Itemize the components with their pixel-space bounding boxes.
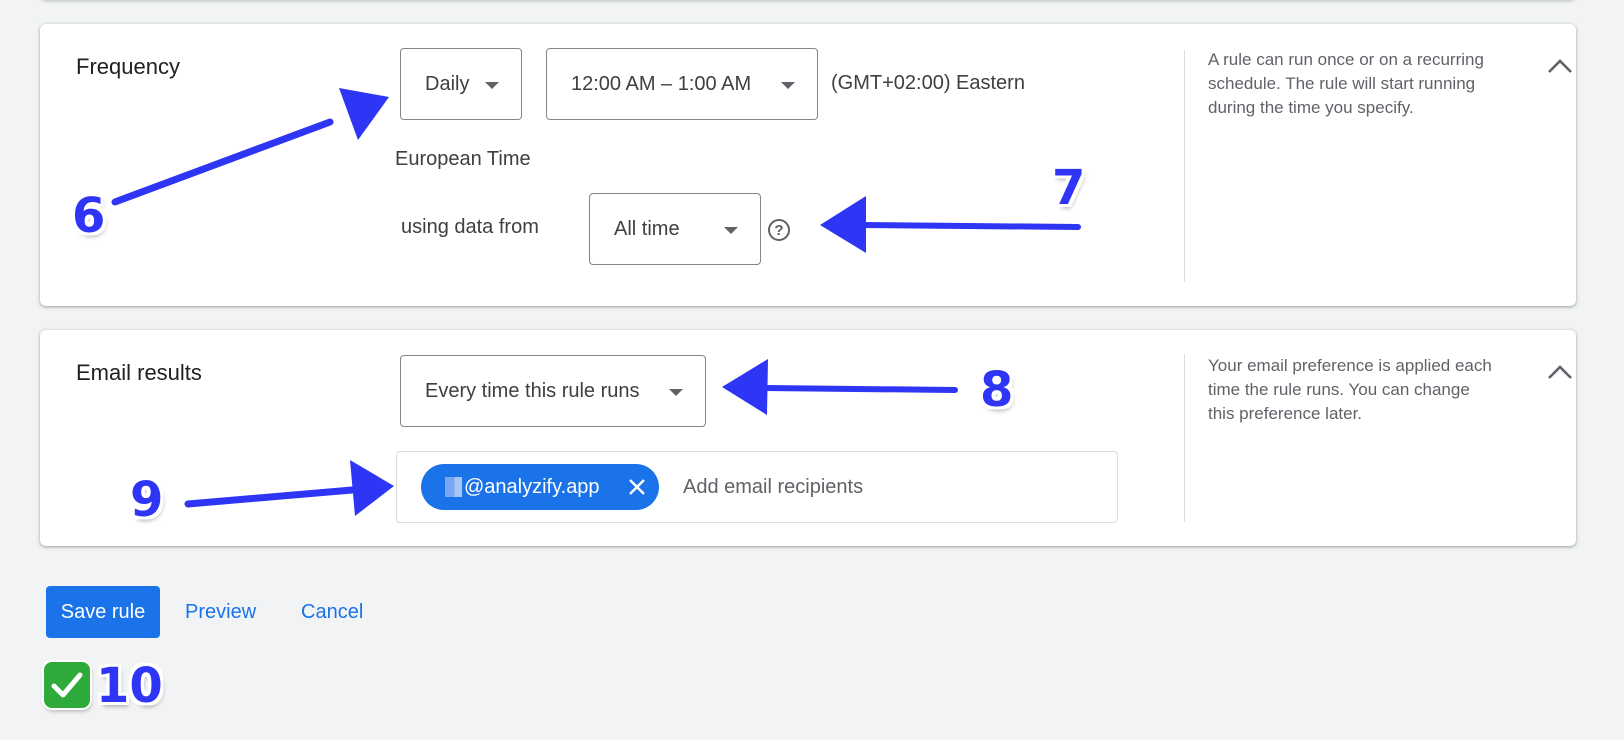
annotation-arrowhead-7	[820, 196, 866, 253]
annotation-step-6: 6	[72, 188, 106, 244]
check-mark-glyph	[51, 672, 83, 698]
annotation-step-9: 9	[130, 472, 164, 528]
annotation-arrows	[111, 88, 1081, 516]
annotation-arrowhead-6	[339, 88, 389, 140]
annotation-arrow-7	[857, 222, 1081, 230]
annotation-arrowhead-9	[350, 460, 394, 516]
annotation-arrowhead-8	[722, 359, 768, 415]
annotation-step-10: 10	[96, 658, 163, 714]
annotation-arrow-9	[184, 486, 356, 508]
check-mark-icon	[44, 662, 90, 708]
annotation-step-8: 8	[980, 362, 1014, 418]
annotation-arrow-8	[762, 385, 958, 393]
annotation-step-7: 7	[1052, 160, 1086, 216]
annotation-arrow-6	[111, 118, 334, 206]
